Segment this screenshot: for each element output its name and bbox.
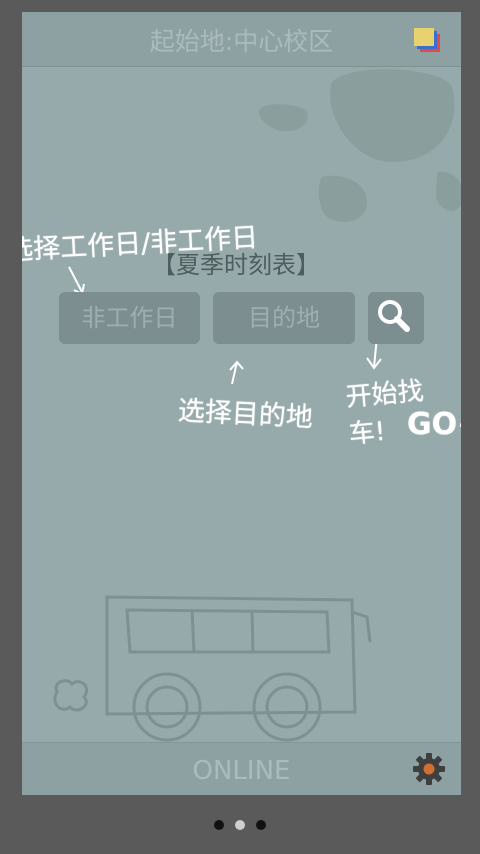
page-indicator [0,815,480,835]
top-bar: 起始地:中心校区 [22,12,461,67]
hint-select-destination: 选择目的地 [177,395,314,434]
layers-icon[interactable] [413,27,445,57]
gear-icon[interactable] [411,751,447,787]
search-button[interactable] [368,292,424,344]
search-icon [378,300,410,332]
pager-dot[interactable] [214,820,224,830]
doodle-blob-large [330,69,455,162]
doodle-blob-mid [318,175,367,222]
doodle-blob-edge [436,171,461,211]
pager-dot[interactable] [235,820,245,830]
bottom-bar: ONLINE [22,742,461,795]
online-status: ONLINE [192,756,291,786]
destination-button[interactable]: 目的地 [213,292,355,344]
hint-go: GO~ [407,407,461,442]
doodle-blob-small [258,104,308,132]
bus-doodle [53,595,372,742]
day-type-button[interactable]: 非工作日 [59,292,200,344]
origin-title[interactable]: 起始地:中心校区 [22,22,461,58]
pager-dot[interactable] [256,820,266,830]
app-screen: 起始地:中心校区 【夏季时刻表】 非工作日 目的地 选择工作日/非工作日 选择目… [22,12,461,795]
